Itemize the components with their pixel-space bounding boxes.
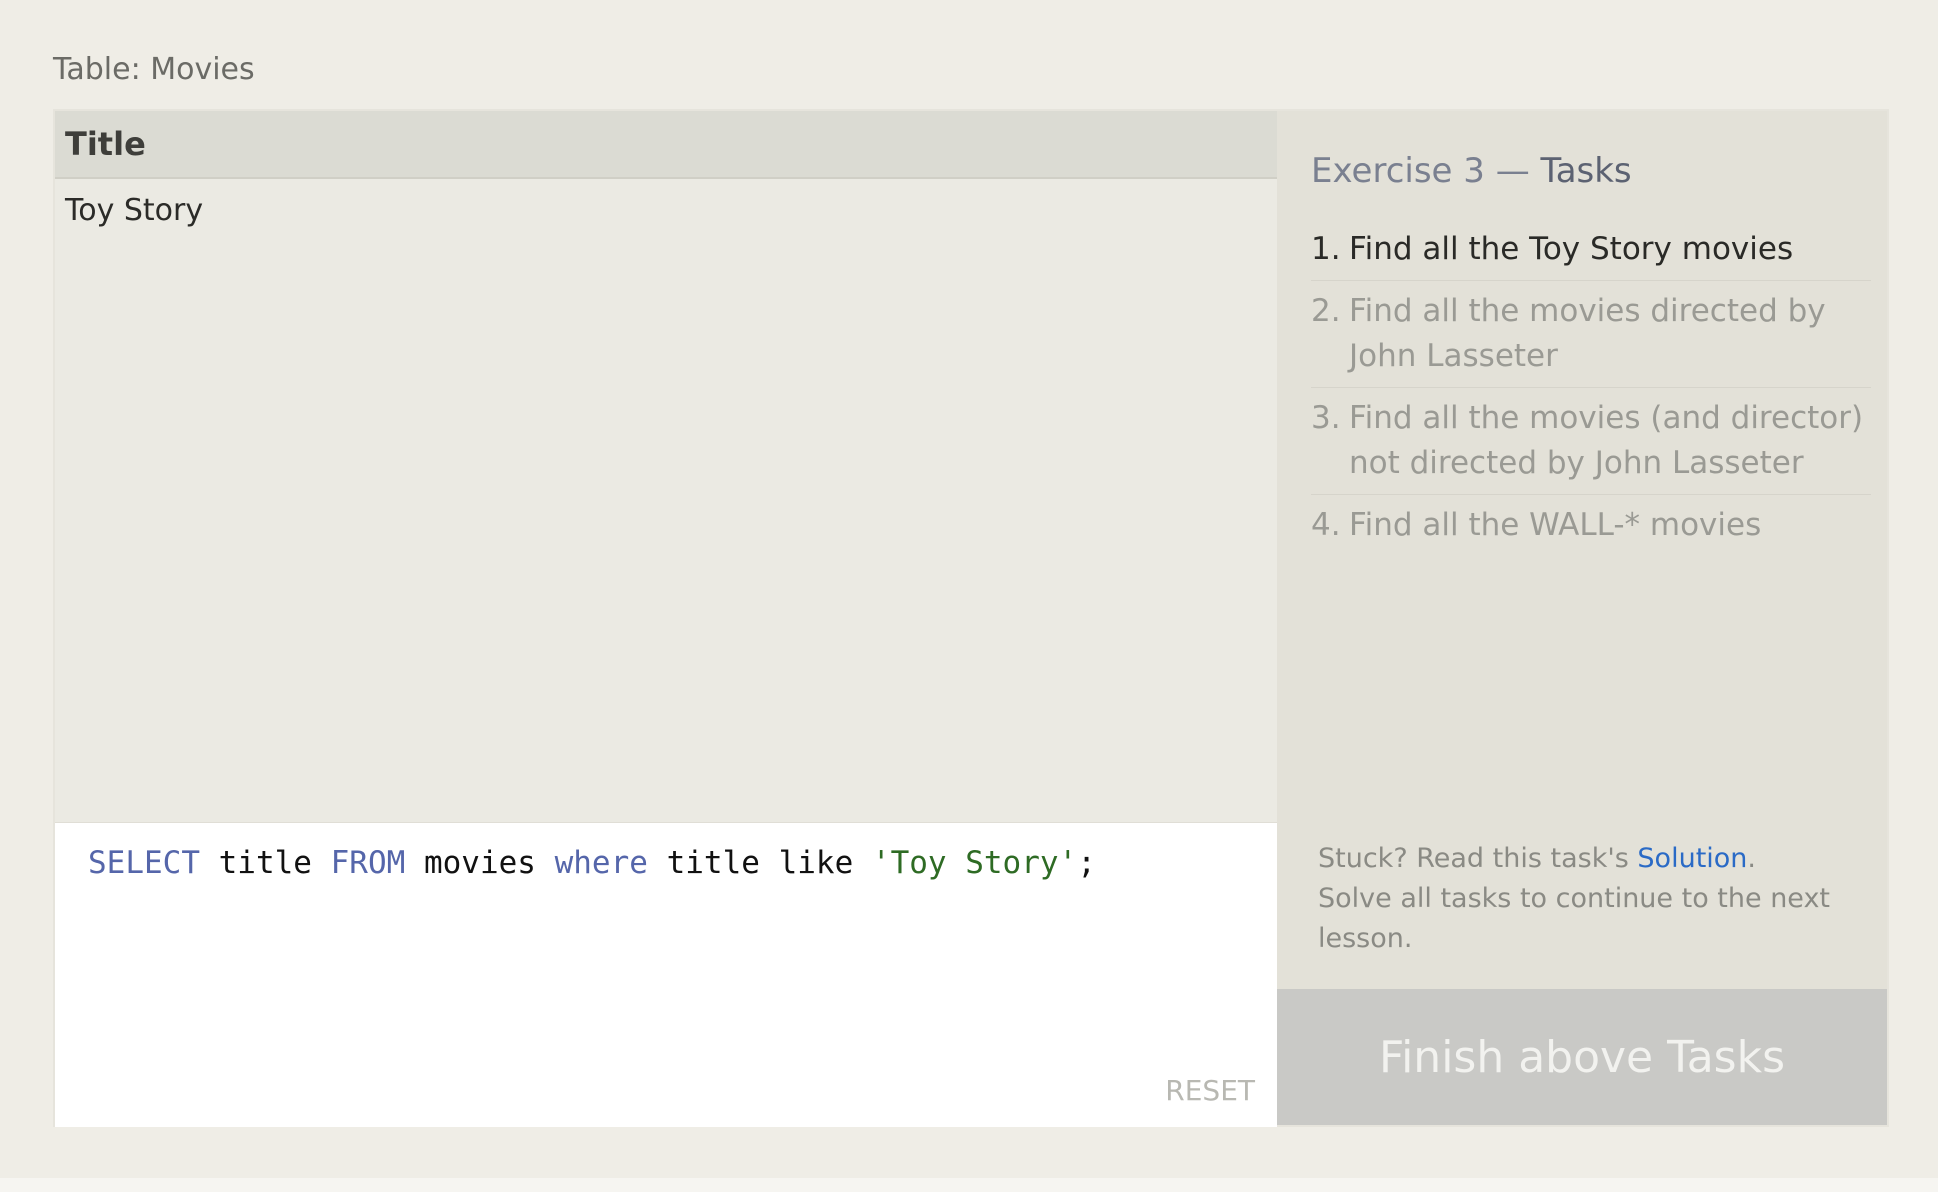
table-row: Toy Story bbox=[65, 193, 204, 228]
lesson-page: Table: Movies Title Toy Story SELECT tit… bbox=[0, 0, 1938, 1192]
stuck-suffix: . bbox=[1747, 843, 1757, 874]
table-label: Table: Movies bbox=[53, 52, 255, 87]
sql-text: title like bbox=[647, 845, 872, 881]
sql-string: 'Toy Story' bbox=[871, 845, 1078, 881]
sql-keyword: where bbox=[554, 845, 648, 881]
sql-keyword: FROM bbox=[330, 845, 406, 881]
task-text: Find all the movies directed by John Las… bbox=[1349, 293, 1826, 374]
sql-text: movies bbox=[405, 845, 555, 881]
sql-text: ; bbox=[1077, 845, 1096, 881]
sql-text: title bbox=[199, 845, 331, 881]
task-number: 2. bbox=[1311, 293, 1341, 329]
task-number: 3. bbox=[1311, 400, 1341, 436]
task-text: Find all the movies (and director) not d… bbox=[1349, 400, 1864, 481]
results-header-title: Title bbox=[55, 111, 1277, 179]
tasks-title-prefix: Exercise 3 — bbox=[1311, 151, 1541, 191]
exercise-panel: Title Toy Story SELECT title FROM movies… bbox=[53, 109, 1889, 1127]
stuck-prefix: Stuck? Read this task's bbox=[1318, 843, 1638, 874]
task-item: 4. Find all the WALL-* movies bbox=[1311, 495, 1871, 556]
bottom-strip bbox=[0, 1178, 1938, 1192]
reset-button[interactable]: RESET bbox=[1165, 1074, 1255, 1107]
stuck-hint: Stuck? Read this task's Solution. Solve … bbox=[1318, 839, 1858, 959]
stuck-line: Stuck? Read this task's Solution. bbox=[1318, 839, 1858, 879]
task-number: 4. bbox=[1311, 507, 1341, 543]
solution-link[interactable]: Solution bbox=[1637, 843, 1747, 874]
task-text: Find all the Toy Story movies bbox=[1349, 231, 1794, 267]
query-editor[interactable]: SELECT title FROM movies where title lik… bbox=[55, 822, 1277, 1127]
tasks-title: Exercise 3 — Tasks bbox=[1311, 151, 1632, 191]
task-number: 1. bbox=[1311, 231, 1341, 267]
query-code[interactable]: SELECT title FROM movies where title lik… bbox=[88, 845, 1096, 881]
task-list: 1. Find all the Toy Story movies 2. Find al… bbox=[1311, 219, 1871, 556]
results-table: Title Toy Story bbox=[55, 111, 1277, 822]
tasks-pane: Exercise 3 — Tasks 1. Find all the Toy St… bbox=[1277, 111, 1887, 1125]
task-item: 2. Find all the movies directed by John L… bbox=[1311, 281, 1871, 388]
sql-keyword: SELECT bbox=[88, 845, 200, 881]
finish-tasks-button[interactable]: Finish above Tasks bbox=[1277, 989, 1887, 1125]
task-item: 3. Find all the movies (and director) not… bbox=[1311, 388, 1871, 495]
continue-text: Solve all tasks to continue to the next … bbox=[1318, 883, 1831, 954]
task-text: Find all the WALL-* movies bbox=[1349, 507, 1762, 543]
task-item: 1. Find all the Toy Story movies bbox=[1311, 219, 1871, 281]
tasks-title-strong: Tasks bbox=[1540, 151, 1632, 191]
